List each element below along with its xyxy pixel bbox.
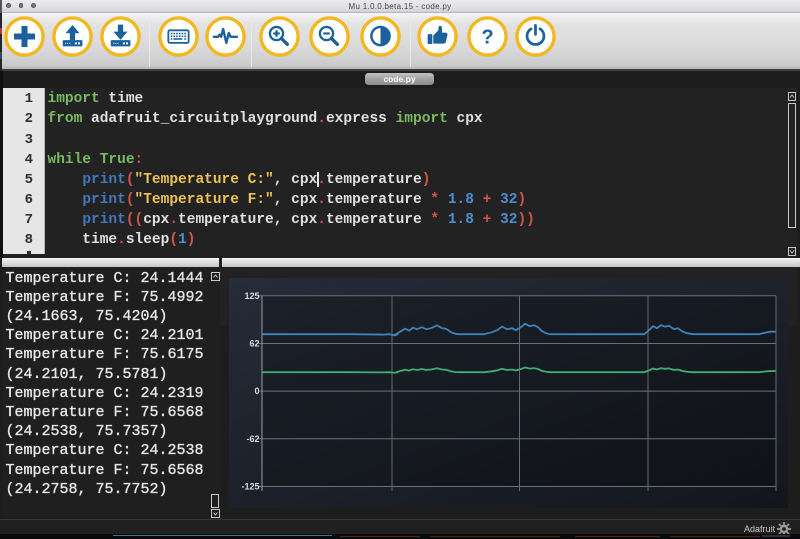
svg-text:?: ?: [481, 26, 493, 48]
svg-text:0: 0: [254, 386, 259, 396]
svg-text:62: 62: [249, 339, 259, 349]
svg-text:125: 125: [244, 291, 259, 301]
svg-text:-125: -125: [241, 482, 259, 492]
svg-text:-62: -62: [246, 434, 259, 444]
